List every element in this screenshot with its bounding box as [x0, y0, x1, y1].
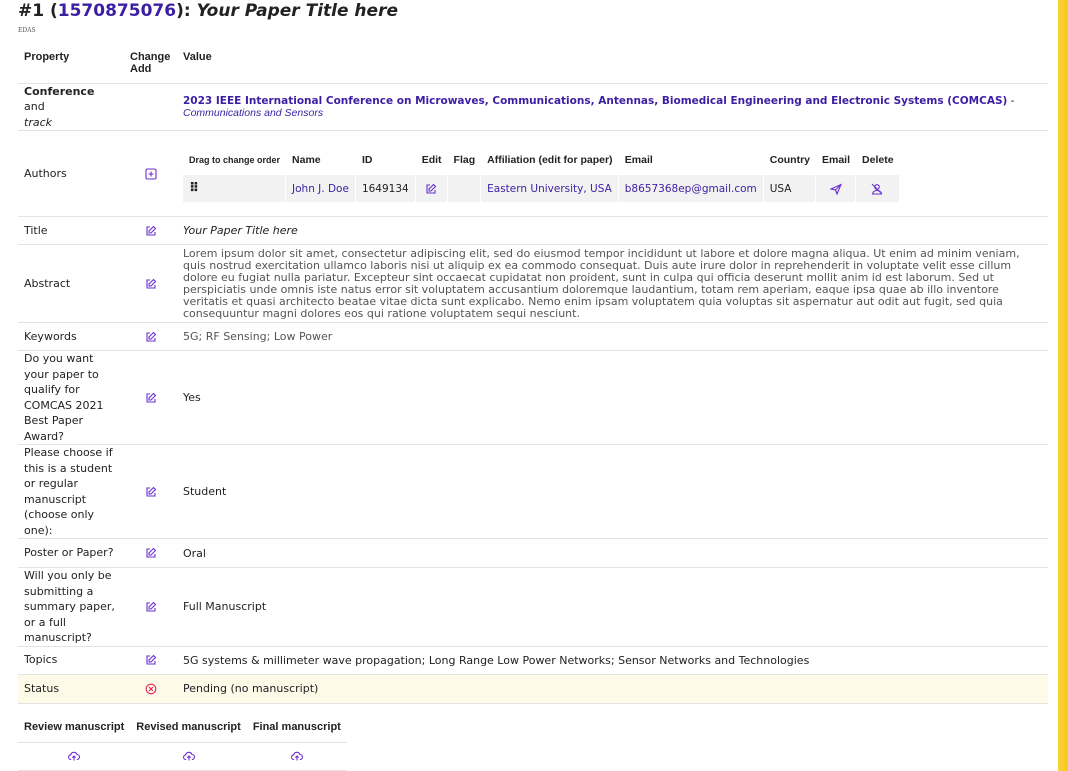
- title-value: Your Paper Title here: [177, 217, 1048, 245]
- student-row: Please choose if this is a student or re…: [18, 445, 1048, 539]
- author-country: USA: [764, 175, 816, 202]
- title-suffix: ):: [176, 1, 197, 21]
- edit-icon[interactable]: [145, 654, 157, 666]
- abstract-value: Lorem ipsum dolor sit amet, consectetur …: [177, 245, 1048, 323]
- edit-icon[interactable]: [145, 392, 157, 404]
- manuscripts-header-row: Review manuscript Revised manuscript Fin…: [18, 713, 347, 743]
- status-label: Status: [18, 674, 124, 703]
- author-name[interactable]: John J. Doe: [286, 175, 356, 202]
- topics-value: 5G systems & millimeter wave propagation…: [177, 646, 1048, 674]
- title-label: Title: [18, 217, 124, 245]
- conference-row: Conference andtrack 2023 IEEE Internatio…: [18, 83, 1048, 131]
- author-send-email[interactable]: [816, 175, 856, 202]
- revised-upload[interactable]: [130, 743, 247, 771]
- edit-header: Edit: [416, 145, 448, 175]
- authors-header-row: Drag to change order Name ID Edit Flag A…: [183, 145, 900, 175]
- edit-icon[interactable]: [145, 278, 157, 290]
- final-upload[interactable]: [247, 743, 347, 771]
- page-title: #1 (1570875076): Your Paper Title here: [18, 0, 1050, 21]
- title-prefix: #1 (: [18, 1, 58, 21]
- final-manuscript-header: Final manuscript: [247, 713, 347, 743]
- summary-row: Will you only be submitting a summary pa…: [18, 568, 1048, 647]
- change-add-header: Change Add: [124, 43, 177, 83]
- revised-manuscript-header: Revised manuscript: [130, 713, 247, 743]
- edit-icon[interactable]: [425, 183, 437, 195]
- author-delete[interactable]: [856, 175, 900, 202]
- paper-properties-table: Property Change Add Value Conference and…: [18, 43, 1048, 704]
- poster-row: Poster or Paper? Oral: [18, 539, 1048, 568]
- summary-value: Full Manuscript: [177, 568, 1048, 647]
- author-id: 1649134: [356, 175, 416, 202]
- student-value: Student: [177, 445, 1048, 539]
- authors-value: Drag to change order Name ID Edit Flag A…: [177, 131, 1048, 217]
- paper-title: Your Paper Title here: [197, 1, 398, 21]
- author-flag: [448, 175, 482, 202]
- country-header: Country: [764, 145, 816, 175]
- keywords-row: Keywords 5G; RF Sensing; Low Power: [18, 323, 1048, 351]
- edit-icon[interactable]: [145, 225, 157, 237]
- poster-value: Oral: [177, 539, 1048, 568]
- add-author-icon[interactable]: [145, 168, 157, 180]
- status-value: Pending (no manuscript): [177, 674, 1048, 703]
- property-header: Property: [18, 43, 124, 83]
- value-header: Value: [177, 43, 1048, 83]
- drag-header: Drag to change order: [183, 145, 286, 175]
- edit-icon[interactable]: [145, 601, 157, 613]
- edit-icon[interactable]: [145, 547, 157, 559]
- abstract-row: Abstract Lorem ipsum dolor sit amet, con…: [18, 245, 1048, 323]
- authors-table: Drag to change order Name ID Edit Flag A…: [183, 145, 900, 202]
- email-action-header: Email: [816, 145, 856, 175]
- affiliation-header: Affiliation (edit for paper): [481, 145, 619, 175]
- track-link[interactable]: Communications and Sensors: [183, 107, 323, 119]
- student-label: Please choose if this is a student or re…: [18, 445, 124, 539]
- paper-id-link[interactable]: 1570875076: [58, 1, 176, 21]
- flag-header: Flag: [448, 145, 482, 175]
- title-row: Title Your Paper Title here: [18, 217, 1048, 245]
- upload-cloud-icon[interactable]: [291, 750, 303, 762]
- authors-row: Authors Drag to change order Name ID Edi…: [18, 131, 1048, 217]
- delete-header: Delete: [856, 145, 900, 175]
- paper-page: #1 (1570875076): Your Paper Title here E…: [18, 0, 1050, 771]
- name-header: Name: [286, 145, 356, 175]
- author-email[interactable]: b8657368ep@gmail.com: [619, 175, 764, 202]
- edas-logo: EDAS: [18, 27, 1050, 41]
- drag-handle[interactable]: ⠿: [183, 175, 286, 202]
- conference-link[interactable]: 2023 IEEE International Conference on Mi…: [183, 95, 1007, 107]
- delete-user-icon[interactable]: [871, 183, 883, 195]
- edit-icon[interactable]: [145, 486, 157, 498]
- keywords-value: 5G; RF Sensing; Low Power: [177, 323, 1048, 351]
- review-upload[interactable]: [18, 743, 130, 771]
- review-manuscript-header: Review manuscript: [18, 713, 130, 743]
- topics-row: Topics 5G systems & millimeter wave prop…: [18, 646, 1048, 674]
- keywords-label: Keywords: [18, 323, 124, 351]
- author-affiliation[interactable]: Eastern University, USA: [481, 175, 619, 202]
- manuscripts-table: Review manuscript Revised manuscript Fin…: [18, 713, 347, 771]
- summary-label: Will you only be submitting a summary pa…: [18, 568, 124, 647]
- conference-value: 2023 IEEE International Conference on Mi…: [177, 83, 1048, 131]
- conference-label: Conference andtrack: [18, 83, 124, 131]
- poster-label: Poster or Paper?: [18, 539, 124, 568]
- table-header-row: Property Change Add Value: [18, 43, 1048, 83]
- upload-cloud-icon[interactable]: [183, 750, 195, 762]
- author-edit[interactable]: [416, 175, 448, 202]
- best-paper-value: Yes: [177, 351, 1048, 445]
- topics-label: Topics: [18, 646, 124, 674]
- author-row: ⠿ John J. Doe 1649134 Eastern University…: [183, 175, 900, 202]
- authors-label: Authors: [18, 131, 124, 217]
- edit-icon[interactable]: [145, 331, 157, 343]
- send-icon[interactable]: [830, 183, 842, 195]
- best-paper-row: Do you want your paper to qualify for CO…: [18, 351, 1048, 445]
- manuscripts-upload-row: [18, 743, 347, 771]
- best-paper-label: Do you want your paper to qualify for CO…: [18, 351, 124, 445]
- circle-x-icon: [145, 683, 157, 695]
- email-header: Email: [619, 145, 764, 175]
- upload-cloud-icon[interactable]: [68, 750, 80, 762]
- id-header: ID: [356, 145, 416, 175]
- abstract-label: Abstract: [18, 245, 124, 323]
- status-row: Status Pending (no manuscript): [18, 674, 1048, 703]
